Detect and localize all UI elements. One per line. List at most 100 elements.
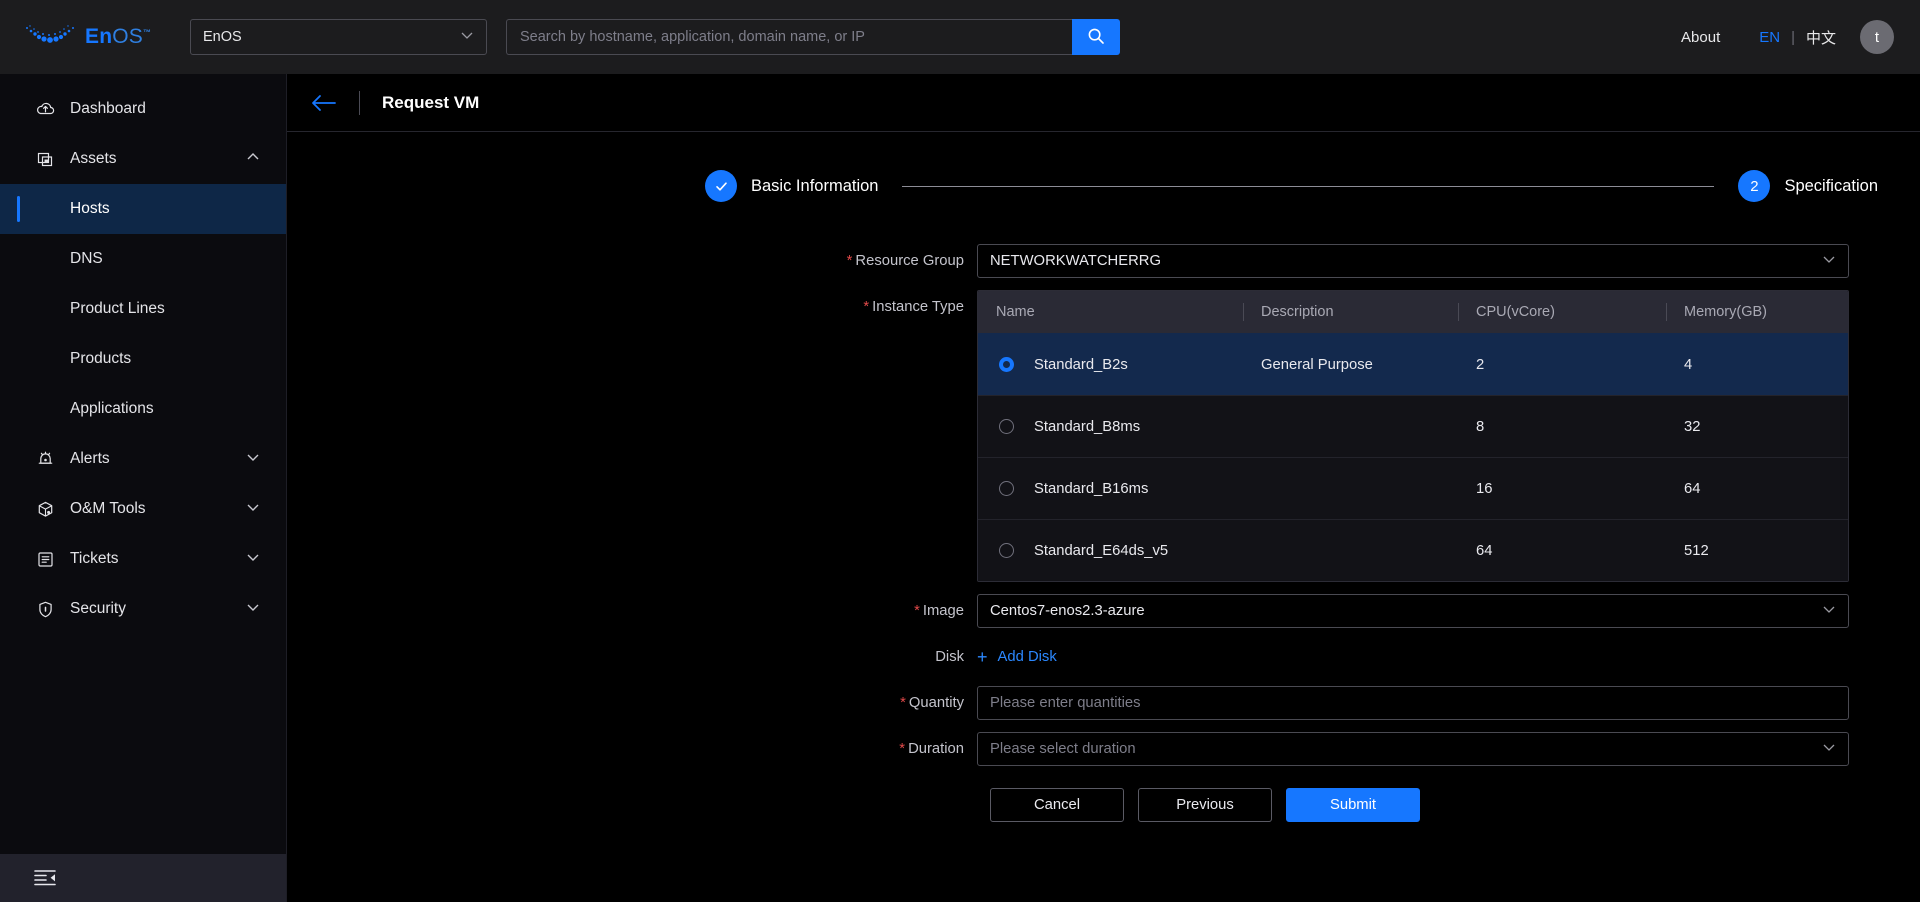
sidebar-item-label: DNS [70, 250, 103, 267]
request-vm-form: * Resource Group NETWORKWATCHERRG * Inst… [287, 244, 1920, 822]
row-radio-wrap[interactable] [978, 481, 1034, 496]
sidebar-item-label: Hosts [70, 200, 110, 217]
cell-description [1243, 520, 1458, 581]
main-content: Request VM Basic Information 2 Specifica… [287, 74, 1920, 902]
sidebar-item-tickets[interactable]: Tickets [0, 534, 286, 584]
search-input[interactable] [506, 19, 1072, 55]
instance-name: Standard_B16ms [1034, 480, 1149, 497]
instance-type-label: * Instance Type [287, 290, 977, 324]
previous-button[interactable]: Previous [1138, 788, 1272, 822]
label-text: Image [922, 603, 964, 619]
resource-group-label: * Resource Group [287, 244, 977, 278]
back-arrow-icon[interactable] [311, 93, 337, 113]
radio-unselected-icon [998, 543, 1014, 558]
global-search [506, 19, 1120, 55]
top-bar: EnOS™ EnOS About EN | 中文 t [0, 0, 1920, 74]
sidebar-item-applications[interactable]: Applications [0, 384, 286, 434]
sidebar-item-om-tools[interactable]: O&M Tools [0, 484, 286, 534]
cell-memory: 32 [1684, 418, 1701, 435]
disk-label: Disk [287, 640, 977, 674]
chevron-down-icon[interactable] [246, 600, 260, 619]
brand-logo[interactable]: EnOS™ [24, 24, 166, 50]
sidebar-item-hosts[interactable]: Hosts [0, 184, 286, 234]
lang-en-button[interactable]: EN [1759, 29, 1780, 46]
sidebar-item-products[interactable]: Products [0, 334, 286, 384]
table-row[interactable]: Standard_B16ms 16 64 [978, 457, 1848, 519]
chevron-down-icon[interactable] [246, 500, 260, 519]
required-asterisk: * [914, 603, 920, 619]
step-basic-information[interactable]: Basic Information [705, 170, 878, 202]
instance-name: Standard_B2s [1034, 356, 1128, 373]
sidebar-nav: Dashboard Assets Hosts DNS Product Lines… [0, 74, 286, 854]
page-title: Request VM [382, 92, 480, 112]
step-label: Basic Information [751, 176, 879, 195]
lang-zh-button[interactable]: 中文 [1806, 27, 1836, 48]
sidebar-item-label: Product Lines [70, 300, 165, 317]
table-row[interactable]: Standard_E64ds_v5 64 512 [978, 519, 1848, 581]
row-radio-wrap[interactable] [978, 357, 1034, 372]
instance-name: Standard_E64ds_v5 [1034, 542, 1169, 559]
chevron-down-icon [1822, 740, 1836, 758]
enos-dots-crescent-logo [24, 24, 76, 50]
image-select[interactable]: Centos7-enos2.3-azure [977, 594, 1849, 628]
sidebar-item-dashboard[interactable]: Dashboard [0, 84, 286, 134]
logo-text-os: OS [112, 25, 143, 48]
cell-name: Standard_B8ms [978, 396, 1243, 457]
radio-unselected-icon [998, 481, 1014, 496]
row-radio-wrap[interactable] [978, 543, 1034, 558]
field-row-instance-type: * Instance Type Name Description CPU(vCor… [287, 290, 1920, 582]
resource-group-value: NETWORKWATCHERRG [990, 253, 1161, 269]
duration-label: * Duration [287, 732, 977, 766]
table-row[interactable]: Standard_B8ms 8 32 [978, 395, 1848, 457]
sidebar-item-dns[interactable]: DNS [0, 234, 286, 284]
field-row-resource-group: * Resource Group NETWORKWATCHERRG [287, 244, 1920, 278]
table-row[interactable]: Standard_B2s General Purpose 2 4 [978, 333, 1848, 395]
image-label: * Image [287, 594, 977, 628]
lang-divider: | [1791, 28, 1795, 46]
logo-text-en: En [85, 25, 113, 48]
submit-button[interactable]: Submit [1286, 788, 1420, 822]
avatar[interactable]: t [1860, 20, 1894, 54]
step-specification[interactable]: 2 Specification [1738, 170, 1878, 202]
add-disk-button[interactable]: + Add Disk [977, 640, 1849, 674]
app-selector[interactable]: EnOS [190, 19, 487, 55]
sidebar-footer [0, 854, 286, 902]
chevron-down-icon[interactable] [246, 550, 260, 569]
collapse-sidebar-icon[interactable] [34, 869, 56, 887]
quantity-input[interactable] [977, 686, 1849, 720]
about-link[interactable]: About [1681, 29, 1720, 46]
table-header-row: Name Description CPU(vCore) Memory(GB) [978, 291, 1848, 333]
duration-field: Please select duration [977, 732, 1849, 766]
cell-cpu: 8 [1476, 418, 1485, 435]
dashboard-cloud-icon [34, 98, 56, 120]
step-marker-completed [705, 170, 737, 202]
instance-type-field: Name Description CPU(vCore) Memory(GB) S… [977, 290, 1849, 582]
search-icon [1087, 27, 1105, 48]
step-marker-active: 2 [1738, 170, 1771, 202]
column-header-cpu: CPU(vCore) [1458, 291, 1666, 333]
resource-group-select[interactable]: NETWORKWATCHERRG [977, 244, 1849, 278]
form-actions: Cancel Previous Submit [990, 788, 1920, 822]
required-asterisk: * [900, 695, 906, 711]
label-text: Quantity [908, 695, 964, 711]
cell-memory: 64 [1684, 480, 1701, 497]
stepper-connector [902, 185, 1715, 187]
add-disk-label: Add Disk [997, 649, 1057, 665]
chevron-up-icon[interactable] [246, 150, 260, 169]
quantity-field [977, 686, 1849, 720]
instance-type-table: Name Description CPU(vCore) Memory(GB) S… [977, 290, 1849, 582]
chevron-down-icon[interactable] [246, 450, 260, 469]
duration-select[interactable]: Please select duration [977, 732, 1849, 766]
sidebar-item-alerts[interactable]: Alerts [0, 434, 286, 484]
alert-bell-icon [34, 448, 56, 470]
row-radio-wrap[interactable] [978, 419, 1034, 434]
cancel-button[interactable]: Cancel [990, 788, 1124, 822]
sidebar-item-product-lines[interactable]: Product Lines [0, 284, 286, 334]
sidebar-item-label: Security [70, 600, 126, 617]
required-asterisk: * [846, 253, 853, 269]
duration-value: Please select duration [990, 741, 1136, 757]
search-button[interactable] [1072, 19, 1120, 55]
sidebar-item-security[interactable]: Security [0, 584, 286, 634]
step-label: Specification [1784, 176, 1878, 195]
sidebar-item-assets[interactable]: Assets [0, 134, 286, 184]
